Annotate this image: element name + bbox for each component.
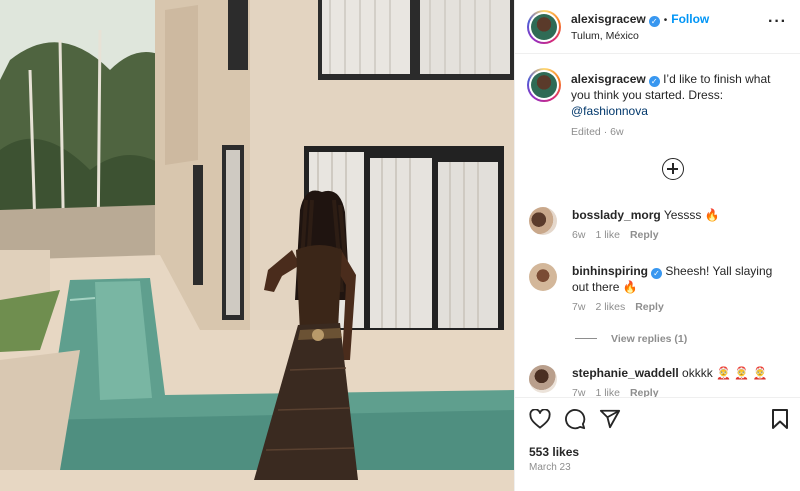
caption-mention[interactable]: @fashionnova bbox=[571, 104, 648, 118]
post-location[interactable]: Tulum, México bbox=[571, 30, 639, 42]
post-header: alexisgracew ✓ • Follow Tulum, México ··· bbox=[515, 0, 800, 54]
likes-count[interactable]: 553 likes bbox=[529, 445, 579, 459]
caption-meta: Edited · 6w bbox=[571, 126, 624, 138]
instagram-post-modal: alexisgracew ✓ • Follow Tulum, México ··· a… bbox=[0, 0, 800, 491]
comment-meta: 6w 1 like Reply bbox=[572, 229, 787, 241]
verified-icon: ✓ bbox=[651, 268, 662, 279]
post-photo[interactable] bbox=[0, 0, 514, 491]
caption-body: alexisgracew ✓ I’d like to finish what yo… bbox=[571, 71, 789, 119]
share-icon[interactable] bbox=[599, 408, 621, 430]
comment-likes[interactable]: 2 likes bbox=[595, 301, 625, 313]
photo-illustration bbox=[0, 0, 514, 491]
comment-text: okkkk 🤶 🤶 🤶 bbox=[682, 366, 768, 380]
author-username[interactable]: alexisgracew bbox=[571, 12, 646, 26]
verified-icon: ✓ bbox=[648, 16, 660, 27]
comment-time[interactable]: 6w bbox=[572, 229, 585, 241]
comment-time[interactable]: 7w bbox=[572, 301, 585, 313]
comment-avatar[interactable] bbox=[529, 263, 557, 291]
comment-username[interactable]: bosslady_morg bbox=[572, 208, 661, 222]
plus-circle-icon[interactable] bbox=[662, 158, 684, 180]
caption-username[interactable]: alexisgracew bbox=[571, 72, 646, 86]
heart-icon[interactable] bbox=[529, 409, 551, 429]
caption: alexisgracew ✓ I’d like to finish what yo… bbox=[515, 54, 800, 144]
reply-button[interactable]: Reply bbox=[630, 229, 659, 241]
comment-icon[interactable] bbox=[564, 408, 586, 430]
view-replies-button[interactable]: View replies (1) bbox=[575, 333, 687, 345]
comment-meta: 7w 2 likes Reply bbox=[572, 301, 787, 313]
comment-likes[interactable]: 1 like bbox=[595, 229, 620, 241]
comment-username[interactable]: stephanie_waddell bbox=[572, 366, 679, 380]
follow-button[interactable]: Follow bbox=[671, 12, 709, 26]
author-avatar[interactable] bbox=[527, 10, 561, 44]
reply-button[interactable]: Reply bbox=[635, 301, 664, 313]
verified-icon: ✓ bbox=[648, 76, 660, 87]
bookmark-icon[interactable] bbox=[771, 408, 789, 430]
action-bar: 553 likes March 23 bbox=[515, 397, 800, 491]
comment-text: Yessss 🔥 bbox=[663, 208, 720, 222]
more-icon[interactable]: ··· bbox=[768, 13, 787, 31]
comment-username[interactable]: binhinspiring bbox=[572, 264, 648, 278]
comment-avatar[interactable] bbox=[529, 207, 557, 235]
post-side-panel: alexisgracew ✓ • Follow Tulum, México ··· a… bbox=[514, 0, 800, 491]
separator-dot: • bbox=[663, 15, 668, 26]
comment-avatar[interactable] bbox=[529, 365, 557, 393]
post-date[interactable]: March 23 bbox=[529, 462, 571, 473]
caption-avatar[interactable] bbox=[527, 68, 561, 102]
